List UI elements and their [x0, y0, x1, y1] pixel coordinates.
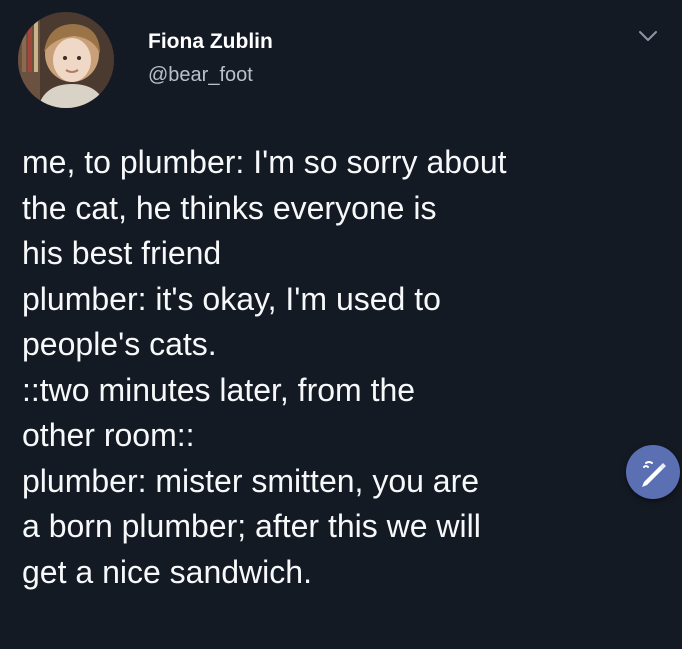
- tweet-text: me, to plumber: I'm so sorry about the c…: [22, 140, 662, 595]
- tweet-text-line: the cat, he thinks everyone is: [22, 189, 437, 226]
- tweet-text-line: people's cats.: [22, 326, 217, 362]
- tweet-card: Fiona Zublin @bear_foot me, to plumber: …: [0, 0, 682, 649]
- tweet-text-line: me, to plumber: I'm so sorry about: [22, 144, 507, 180]
- tweet-text-line: other room::: [22, 417, 195, 453]
- user-avatar-icon: [18, 12, 114, 108]
- tweet-text-line: plumber: mister smitten, you are: [22, 462, 480, 499]
- author-display-name[interactable]: Fiona Zublin: [148, 30, 273, 54]
- tweet-text-line: ::two minutes later, from the: [22, 371, 416, 408]
- tweet-text-line: a born plumber; after this we will: [22, 508, 481, 544]
- tweet-text-line: plumber: it's okay, I'm used to: [22, 280, 441, 317]
- tweet-text-line: get a nice sandwich.: [22, 553, 312, 590]
- author-handle[interactable]: @bear_foot: [148, 64, 253, 87]
- tweet-text-line: his best friend: [22, 235, 222, 271]
- feather-pen-icon: [642, 461, 666, 487]
- chevron-down-icon[interactable]: [636, 24, 660, 48]
- compose-tweet-button[interactable]: [626, 445, 680, 499]
- avatar[interactable]: [18, 12, 114, 108]
